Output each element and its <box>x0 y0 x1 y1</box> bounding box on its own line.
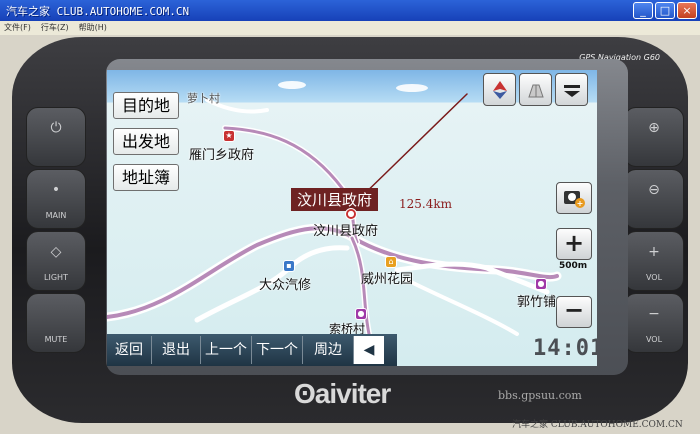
plus-button[interactable]: ⊕ <box>624 107 684 167</box>
address-book-button[interactable]: 地址簿 <box>113 164 179 191</box>
menu-bar: 文件(F) 行车(Z) 帮助(H) <box>0 21 700 35</box>
map-screen[interactable]: 目的地 出发地 地址簿 + + 500m − ★ 雁门乡政府 汶川县政府 125… <box>107 70 597 366</box>
menu-icon <box>563 85 580 97</box>
main-label: MAIN <box>45 211 67 220</box>
car-repair-icon: ▪ <box>283 260 295 272</box>
destination-button[interactable]: 目的地 <box>113 92 179 119</box>
minimize-button[interactable]: _ <box>633 2 653 19</box>
destination-flag-icon: ● <box>345 208 357 220</box>
map-label-yanmen: 雁门乡政府 <box>189 148 255 163</box>
minus-icon: ⊖ <box>648 182 660 198</box>
view-3d-icon <box>527 84 544 98</box>
main-icon: • <box>51 182 61 198</box>
menu-item-help[interactable]: 帮助(H) <box>79 21 107 35</box>
clock: 14:01 <box>533 336 597 361</box>
watermark-gpsuu: bbs.gpsuu.com <box>498 389 582 402</box>
previous-button[interactable]: 上一个 <box>201 336 252 364</box>
main-button[interactable]: • MAIN <box>26 169 86 229</box>
vol-down-label: VOL <box>645 335 663 344</box>
window-title: 汽车之家 CLUB.AUTOHOME.COM.CN <box>6 5 190 18</box>
nearby-button[interactable]: 周边 <box>303 336 354 364</box>
plus-icon: ⊕ <box>648 120 660 136</box>
maximize-button[interactable]: □ <box>655 2 675 19</box>
light-icon: ◇ <box>50 244 62 260</box>
menu-button[interactable] <box>555 73 588 106</box>
mute-label: MUTE <box>44 335 68 344</box>
power-button[interactable]: ⏻ <box>26 107 86 167</box>
vol-down-button[interactable]: − VOL <box>624 293 684 353</box>
zoom-in-icon: + <box>563 229 585 257</box>
government-icon: ★ <box>223 130 235 142</box>
zoom-in-button[interactable]: + <box>556 228 592 260</box>
mute-button[interactable]: MUTE <box>26 293 86 353</box>
back-button[interactable]: 返回 <box>107 336 152 364</box>
vol-up-icon: + <box>648 244 660 260</box>
menu-item-drive[interactable]: 行车(Z) <box>41 21 69 35</box>
map-label-weizhou: 威州花园 <box>361 272 414 287</box>
chevron-left-icon: ◀ <box>363 342 375 358</box>
light-button[interactable]: ◇ LIGHT <box>26 231 86 291</box>
vol-up-label: VOL <box>645 273 663 282</box>
home-icon: ⌂ <box>385 256 397 268</box>
zoom-out-icon: − <box>563 296 585 324</box>
svg-text:+: + <box>577 199 584 208</box>
bottom-toolbar: 返回 退出 上一个 下一个 周边 ◀ <box>107 334 397 366</box>
start-point-button[interactable]: 出发地 <box>113 128 179 155</box>
vol-down-icon: − <box>648 306 660 322</box>
compass-icon <box>492 81 507 99</box>
poi-camera-button[interactable]: + <box>556 182 592 214</box>
brand-text: aiviter <box>314 378 391 409</box>
menu-item-file[interactable]: 文件(F) <box>4 21 31 35</box>
window-titlebar: 汽车之家 CLUB.AUTOHOME.COM.CN _ □ × <box>0 0 700 21</box>
collapse-toolbar-button[interactable]: ◀ <box>354 336 384 364</box>
destination-label: 汶川县政府 <box>291 188 379 211</box>
map-label-luobo: 萝卜村 <box>187 92 220 105</box>
minus-button[interactable]: ⊖ <box>624 169 684 229</box>
vol-up-button[interactable]: + VOL <box>624 231 684 291</box>
power-icon: ⏻ <box>50 120 62 136</box>
map-label-dazhong: 大众汽修 <box>259 278 312 293</box>
map-label-wenchuan: 汶川县政府 <box>313 224 379 239</box>
camera-add-icon: + <box>564 191 585 208</box>
distance-label: 125.4km <box>399 197 453 211</box>
zoom-scale-label: 500m <box>559 261 588 271</box>
light-label: LIGHT <box>44 273 68 282</box>
compass-button[interactable] <box>483 73 516 106</box>
map-label-guozhupu: 郭竹铺 <box>517 295 557 310</box>
brand-logo: ʘaiviter <box>294 378 391 409</box>
zoom-out-button[interactable]: − <box>556 296 592 328</box>
village-icon: ● <box>355 308 367 320</box>
exit-button[interactable]: 退出 <box>152 336 201 364</box>
view-3d-button[interactable] <box>519 73 552 106</box>
town-icon: ● <box>535 278 547 290</box>
next-button[interactable]: 下一个 <box>252 336 303 364</box>
close-button[interactable]: × <box>677 2 697 19</box>
watermark-autohome: 汽车之家 CLUB.AUTOHOME.COM.CN <box>512 420 683 430</box>
